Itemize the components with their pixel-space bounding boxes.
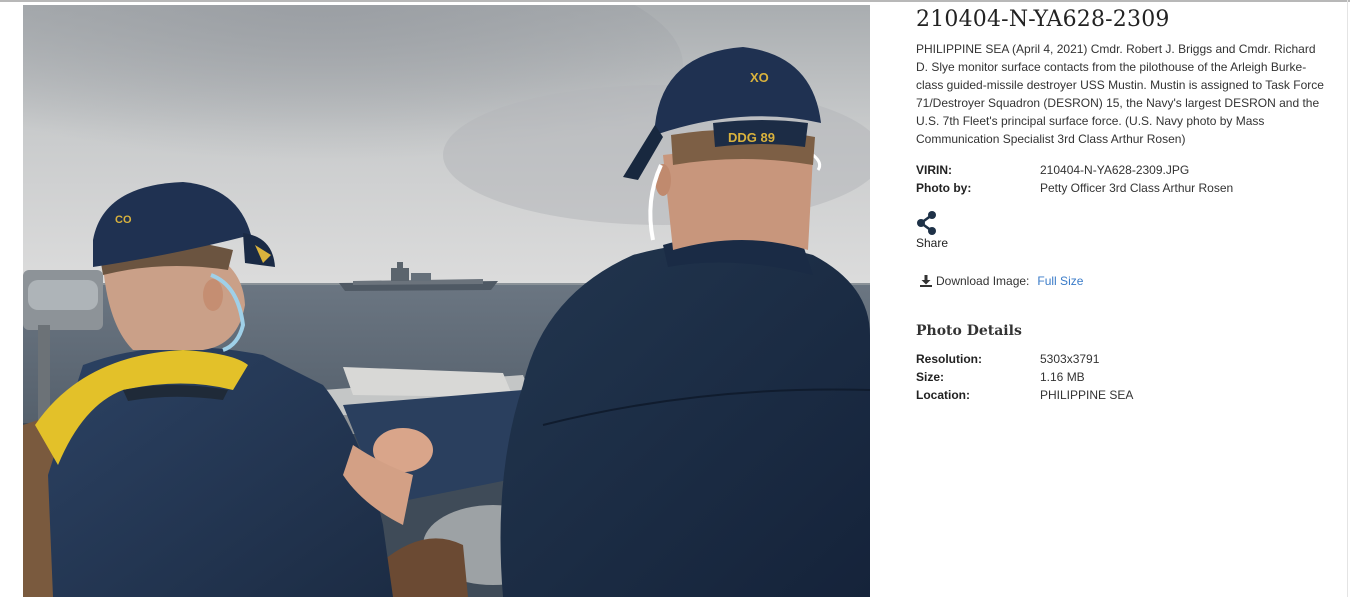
ddg-patch-text: DDG 89 <box>728 130 775 145</box>
share-icon <box>917 211 936 235</box>
right-divider <box>1347 0 1348 597</box>
detail-row-size: Size: 1.16 MB <box>916 368 1328 386</box>
meta-label: VIRIN: <box>916 163 952 177</box>
photo-title: 210404-N-YA628-2309 <box>916 7 1170 32</box>
top-divider <box>0 0 1350 2</box>
photo-details-heading: Photo Details <box>916 323 1022 339</box>
meta-row-virin: VIRIN: 210404-N-YA628-2309.JPG <box>916 161 1328 179</box>
co-cap-text: CO <box>115 214 132 226</box>
share-label: Share <box>916 236 949 250</box>
main-photo[interactable]: CO DDG 89 XO <box>23 5 870 597</box>
download-icon <box>920 275 932 287</box>
detail-value: PHILIPPINE SEA <box>1040 388 1134 402</box>
xo-cap-text: XO <box>750 70 769 85</box>
detail-label: Resolution: <box>916 352 982 366</box>
detail-row-location: Location: PHILIPPINE SEA <box>916 386 1328 404</box>
meta-label: Photo by: <box>916 181 972 195</box>
meta-row-photo-by: Photo by: Petty Officer 3rd Class Arthur… <box>916 179 1328 197</box>
meta-value: 210404-N-YA628-2309.JPG <box>1040 163 1190 177</box>
page: CO DDG 89 XO 210404-N-YA628-2309 PHILIPP… <box>0 0 1350 597</box>
detail-label: Size: <box>916 370 945 384</box>
detail-row-resolution: Resolution: 5303x3791 <box>916 350 1328 368</box>
detail-value: 1.16 MB <box>1040 370 1085 384</box>
photo-caption: PHILIPPINE SEA (April 4, 2021) Cmdr. Rob… <box>916 42 1324 146</box>
detail-label: Location: <box>916 388 970 402</box>
full-size-link[interactable]: Full Size <box>1037 274 1083 288</box>
photo-details: Resolution: 5303x3791 Size: 1.16 MB Loca… <box>916 350 1328 404</box>
meta-value: Petty Officer 3rd Class Arthur Rosen <box>1040 181 1234 195</box>
download-image: Download Image: Full Size <box>920 274 1328 288</box>
detail-value: 5303x3791 <box>1040 352 1100 366</box>
photo-meta: VIRIN: 210404-N-YA628-2309.JPG Photo by:… <box>916 161 1328 197</box>
download-label: Download Image: <box>936 274 1030 288</box>
photo-info-panel: 210404-N-YA628-2309 PHILIPPINE SEA (Apri… <box>916 6 1328 404</box>
share-button[interactable]: Share <box>916 211 956 250</box>
